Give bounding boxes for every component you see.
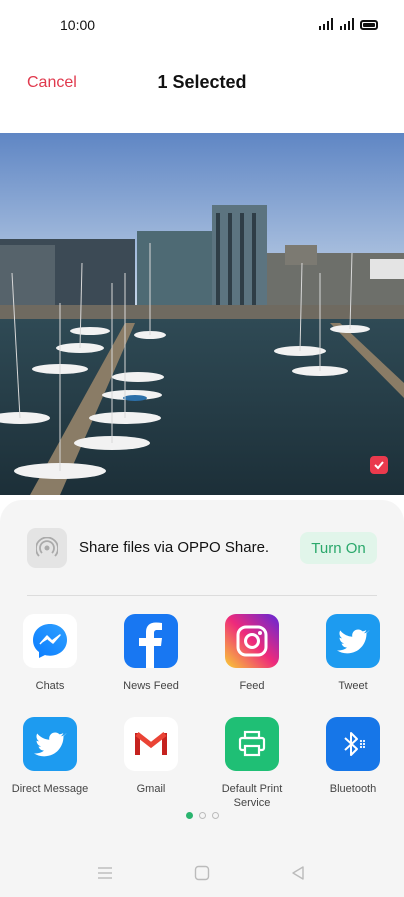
selected-check-icon[interactable] [370,456,388,474]
app-label: Direct Message [11,783,89,795]
turn-on-button[interactable]: Turn On [300,532,377,564]
page-dot[interactable] [198,812,206,819]
messenger-icon [23,614,77,668]
signal-icon [340,18,354,30]
battery-icon [360,20,378,30]
divider [27,595,377,596]
app-news-feed[interactable]: News Feed [101,614,201,693]
page-title: 1 Selected [157,72,247,92]
oppo-share-text: Share files via OPPO Share. [79,539,270,556]
page-dot-active[interactable] [185,812,193,819]
app-label: Chats [35,680,65,692]
app-default-print-service[interactable]: Default Print Service [202,717,302,810]
status-icons [319,18,378,30]
app-tweet[interactable]: Tweet [303,614,403,693]
app-label: Tweet [338,680,368,692]
bluetooth-icon [326,717,380,771]
print-icon [225,717,279,771]
header: Cancel 1 Selected [0,52,404,114]
navigation-bar [0,848,404,897]
app-chats[interactable]: Chats [0,614,100,693]
app-feed[interactable]: Feed [202,614,302,693]
back-icon[interactable] [287,862,309,884]
signal-icon [319,18,333,30]
harbor-photo [0,133,404,495]
menu-icon[interactable] [94,862,116,884]
app-label: Bluetooth [329,783,377,795]
app-label: Gmail [136,783,166,795]
page-indicator [0,812,404,819]
app-label: Feed [239,680,265,692]
selected-photo[interactable] [0,133,404,495]
app-direct-message[interactable]: Direct Message [0,717,100,796]
oppo-share-icon [27,528,67,568]
status-time: 10:00 [60,17,96,33]
home-icon[interactable] [191,862,213,884]
oppo-share-row: Share files via OPPO Share. Turn On [27,528,377,568]
twitter-icon [326,614,380,668]
facebook-icon [124,614,178,668]
app-gmail[interactable]: Gmail [101,717,201,796]
share-sheet: Share files via OPPO Share. Turn On Chat… [0,500,404,897]
app-bluetooth[interactable]: Bluetooth [303,717,403,796]
app-label: News Feed [123,680,179,692]
twitter-icon [23,717,77,771]
instagram-icon [225,614,279,668]
gmail-icon [124,717,178,771]
page-dot[interactable] [211,812,219,819]
app-label: Default Print Service [221,783,283,809]
status-bar: 10:00 [0,0,404,52]
